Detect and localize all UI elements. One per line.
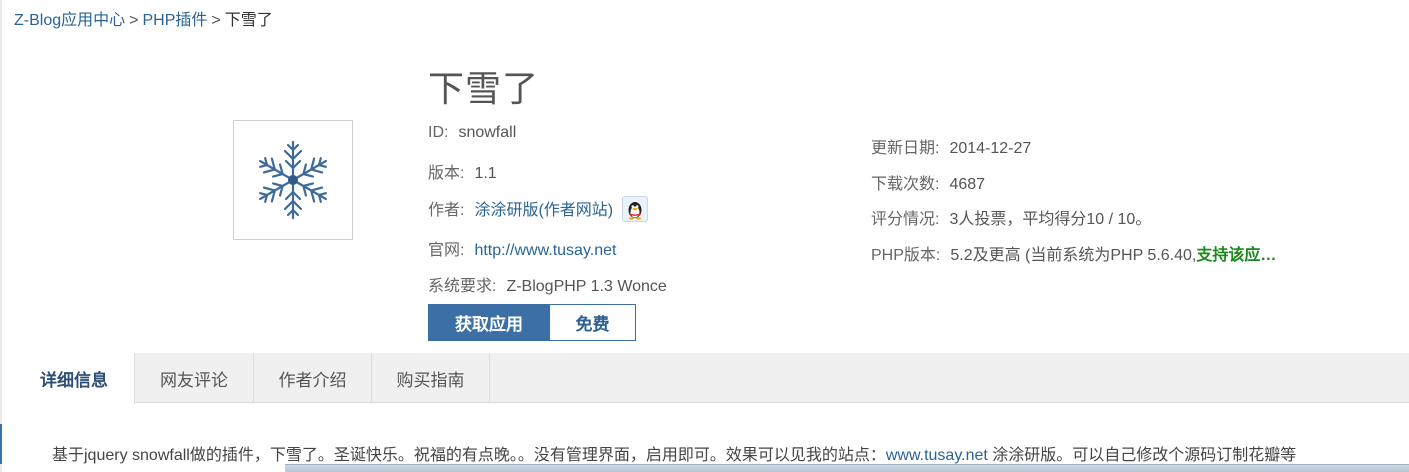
app-description: 基于jquery snowfall做的插件，下雪了。圣诞快乐。祝福的有点晚。。没… xyxy=(52,441,1409,465)
snowflake-icon xyxy=(254,140,332,220)
meta-updated: 更新日期: 2014-12-27 xyxy=(871,134,1031,158)
breadcrumb-root-link[interactable]: Z-Blog应用中心 xyxy=(14,12,125,29)
meta-version-value: 1.1 xyxy=(474,165,497,182)
meta-updated-value: 2014-12-27 xyxy=(949,140,1032,157)
website-link[interactable]: http://www.tusay.net xyxy=(474,242,616,259)
meta-php-value: 5.2及更高 (当前系统为PHP 5.6.40, xyxy=(950,247,1197,264)
author-site-link[interactable]: (作者网站) xyxy=(538,202,613,219)
meta-downloads-label: 下载次数: xyxy=(871,176,940,193)
meta-php-label: PHP版本: xyxy=(871,247,941,264)
meta-id-value: snowfall xyxy=(458,124,517,141)
meta-website-label: 官网: xyxy=(428,242,465,259)
meta-updated-label: 更新日期: xyxy=(871,140,940,157)
meta-requirement-label: 系统要求: xyxy=(428,278,497,295)
meta-rating: 评分情况: 3人投票，平均得分10 / 10。 xyxy=(871,205,1151,229)
meta-requirement: 系统要求: Z-BlogPHP 1.3 Wonce xyxy=(428,272,667,296)
breadcrumb-category-link[interactable]: PHP插件 xyxy=(142,12,207,29)
app-title: 下雪了 xyxy=(428,68,540,109)
meta-id: ID: snowfall xyxy=(428,124,516,142)
get-app-button[interactable]: 获取应用 xyxy=(428,304,550,341)
meta-version: 版本: 1.1 xyxy=(428,159,497,183)
tab-author-intro[interactable]: 作者介绍 xyxy=(254,353,372,403)
breadcrumb-current: 下雪了 xyxy=(224,12,273,29)
price-free-button[interactable]: 免费 xyxy=(549,304,636,341)
meta-author-label: 作者: xyxy=(428,202,465,219)
author-name-link[interactable]: 涂涂研版 xyxy=(474,202,538,219)
page-left-accent xyxy=(0,424,2,464)
meta-id-label: ID: xyxy=(428,124,449,141)
meta-website: 官网: http://www.tusay.net xyxy=(428,236,616,260)
meta-version-label: 版本: xyxy=(428,165,465,182)
description-text-tail: 涂涂研版。可以自己修改个源码订制花瓣等 xyxy=(987,447,1297,464)
meta-php: PHP版本: 5.2及更高 (当前系统为PHP 5.6.40,支持该应… xyxy=(871,241,1276,265)
os-taskbar-strip xyxy=(285,464,1409,472)
meta-downloads: 下载次数: 4687 xyxy=(871,170,985,194)
detail-tab-bar: 详细信息 网友评论 作者介绍 购买指南 xyxy=(14,353,1409,404)
meta-downloads-value: 4687 xyxy=(949,176,986,193)
breadcrumb: Z-Blog应用中心 > PHP插件 > 下雪了 xyxy=(14,6,273,30)
description-text: 基于jquery snowfall做的插件，下雪了。圣诞快乐。祝福的有点晚。。没… xyxy=(52,447,886,464)
page-left-rule xyxy=(0,0,2,472)
meta-rating-label: 评分情况: xyxy=(871,211,940,228)
php-support-status: 支持该应… xyxy=(1196,247,1277,264)
breadcrumb-separator: > xyxy=(211,12,221,29)
tab-purchase-guide[interactable]: 购买指南 xyxy=(372,353,490,403)
meta-requirement-value: Z-BlogPHP 1.3 Wonce xyxy=(506,278,667,295)
app-thumbnail xyxy=(233,120,353,240)
tab-details[interactable]: 详细信息 xyxy=(14,353,135,404)
qq-penguin-icon[interactable] xyxy=(621,195,648,222)
description-site-link[interactable]: www.tusay.net xyxy=(886,447,988,464)
meta-author: 作者: 涂涂研版(作者网站) xyxy=(428,195,648,224)
tab-comments[interactable]: 网友评论 xyxy=(135,353,254,403)
meta-rating-value: 3人投票，平均得分10 / 10。 xyxy=(949,211,1152,228)
breadcrumb-separator: > xyxy=(129,12,139,29)
